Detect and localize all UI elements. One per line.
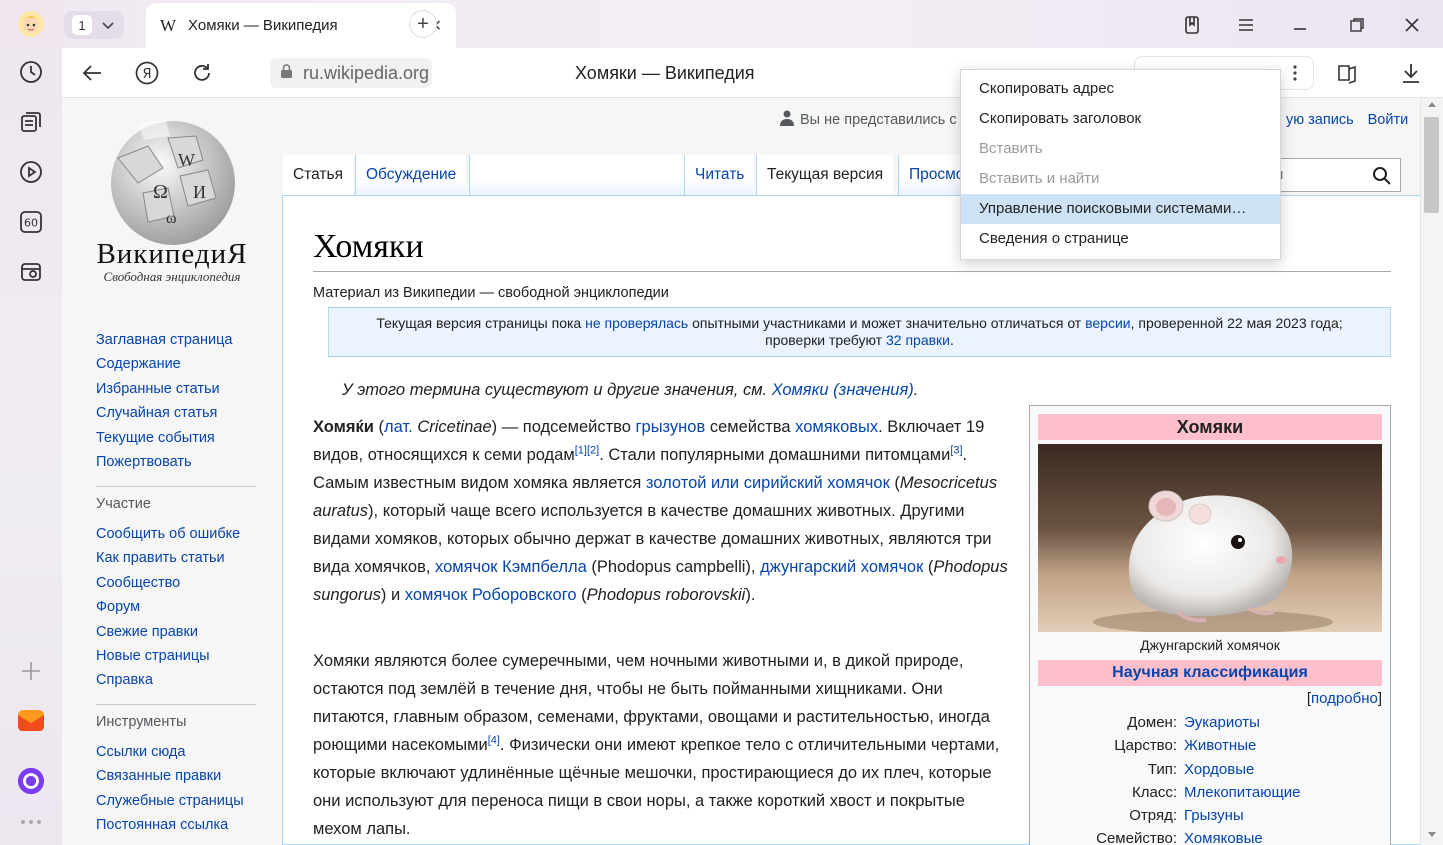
- tab-talk[interactable]: Обсуждение: [355, 155, 467, 195]
- nav-link[interactable]: Форум: [96, 595, 296, 619]
- svg-text:ω: ω: [166, 210, 177, 227]
- nav-link[interactable]: Пожертвовать: [96, 450, 296, 474]
- nav-link[interactable]: Сообщество: [96, 571, 296, 595]
- counter-icon[interactable]: 60: [17, 208, 45, 236]
- collections-icon[interactable]: [17, 108, 45, 136]
- download-icon[interactable]: [1398, 60, 1424, 86]
- add-icon[interactable]: [17, 657, 45, 685]
- menu-item-paste[interactable]: Вставить: [961, 134, 1280, 164]
- tab-article[interactable]: Статья: [283, 155, 353, 195]
- svg-text:И: И: [193, 182, 206, 202]
- scroll-up-arrow-icon[interactable]: [1428, 102, 1436, 107]
- svg-text:60: 60: [24, 217, 38, 230]
- wikipedia-favicon-icon: W: [160, 15, 177, 35]
- tabs-spacer: [469, 155, 684, 195]
- wiki-search-input[interactable]: м: [1267, 158, 1401, 192]
- nav-link[interactable]: Справка: [96, 668, 296, 692]
- nav-link[interactable]: Связанные правки: [96, 764, 296, 788]
- nav-link[interactable]: Случайная статья: [96, 401, 296, 425]
- nav-link[interactable]: Сообщить об ошибке: [96, 522, 296, 546]
- tab-title: Хомяки — Википедия: [188, 17, 338, 34]
- nav-heading: Инструменты: [96, 714, 187, 730]
- bookmarks-icon[interactable]: [1179, 12, 1205, 38]
- reader-icon[interactable]: [1334, 60, 1360, 86]
- logo-name: ВикипедиЯ: [96, 238, 248, 270]
- menu-item-paste-and-search[interactable]: Вставить и найти: [961, 164, 1280, 194]
- yandex-icon[interactable]: Я: [134, 60, 160, 86]
- minimize-icon[interactable]: [1287, 12, 1313, 38]
- nav-link[interactable]: Заглавная страница: [96, 328, 296, 352]
- tab-bar: 1 W Хомяки — Википедия ✕ +: [62, 0, 1443, 48]
- login-link[interactable]: Войти: [1368, 112, 1409, 128]
- kebab-menu-icon[interactable]: [1282, 60, 1308, 86]
- nav-link[interactable]: Как править статьи: [96, 546, 296, 570]
- logo-tagline: Свободная энциклопедия: [103, 269, 241, 284]
- address-text: ru.wikipedia.org: [303, 62, 430, 83]
- create-account-link[interactable]: ую запись: [1286, 112, 1354, 128]
- account-links: ую запись Войти: [1272, 112, 1408, 128]
- reload-icon[interactable]: [189, 60, 215, 86]
- more-icon[interactable]: [17, 808, 45, 836]
- wikipedia-globe-logo[interactable]: Ω W И ω: [108, 118, 238, 248]
- menu-item-copy-title[interactable]: Скопировать заголовок: [961, 104, 1280, 134]
- nav-main: Заглавная страница Содержание Избранные …: [96, 328, 296, 474]
- lock-icon: [280, 63, 293, 84]
- nav-divider: [96, 704, 256, 705]
- svg-text:W: W: [178, 150, 195, 170]
- page-title: Хомяки — Википедия: [575, 63, 755, 83]
- avatar-icon[interactable]: [17, 10, 45, 38]
- nav-link[interactable]: Новые страницы: [96, 644, 296, 668]
- menu-item-copy-address[interactable]: Скопировать адрес: [961, 74, 1280, 104]
- logo-wordmark: ВикипедиЯ Свободная энциклопедия: [90, 238, 254, 285]
- close-window-icon[interactable]: [1399, 12, 1425, 38]
- menu-item-manage-search-engines[interactable]: Управление поисковыми системами…: [961, 194, 1280, 224]
- not-logged-in-text: Вы не представились с: [800, 112, 957, 128]
- scrollbar-thumb[interactable]: [1424, 117, 1439, 213]
- play-icon[interactable]: [17, 158, 45, 186]
- chevron-down-icon: [102, 17, 114, 33]
- menu-icon[interactable]: [1233, 12, 1259, 38]
- new-tab-button[interactable]: +: [409, 10, 437, 38]
- tab-count: 1: [72, 15, 92, 35]
- nav-participate: Участие Сообщить об ошибке Как править с…: [96, 492, 296, 693]
- content-area: [282, 195, 1420, 845]
- alice-icon[interactable]: [17, 767, 45, 795]
- back-arrow-icon[interactable]: [79, 60, 105, 86]
- personal-tools: Вы не представились с: [780, 110, 957, 130]
- svg-text:Ω: Ω: [153, 181, 168, 203]
- nav-link[interactable]: Содержание: [96, 352, 296, 376]
- tab-current-version[interactable]: Текущая версия: [756, 155, 894, 195]
- user-icon: [780, 110, 794, 130]
- menu-item-page-info[interactable]: Сведения о странице: [961, 224, 1280, 254]
- nav-divider: [96, 486, 256, 487]
- screenshot-icon[interactable]: [17, 258, 45, 286]
- scroll-down-arrow-icon[interactable]: [1428, 832, 1436, 837]
- context-menu: Скопировать адрес Скопировать заголовок …: [960, 69, 1281, 260]
- search-icon[interactable]: [1372, 166, 1392, 191]
- nav-link[interactable]: Избранные статьи: [96, 377, 296, 401]
- tab-read[interactable]: Читать: [684, 155, 755, 195]
- nav-link[interactable]: Служебные страницы: [96, 789, 296, 813]
- nav-link[interactable]: Текущие события: [96, 426, 296, 450]
- address-bar[interactable]: ru.wikipedia.org: [270, 58, 432, 88]
- nav-link[interactable]: Постоянная ссылка: [96, 813, 296, 837]
- nav-tools: Инструменты Ссылки сюда Связанные правки…: [96, 710, 296, 838]
- restore-icon[interactable]: [1344, 12, 1370, 38]
- nav-heading: Участие: [96, 496, 151, 512]
- browser-sidebar: 60: [0, 0, 62, 845]
- history-icon[interactable]: [17, 58, 45, 86]
- svg-text:Я: Я: [142, 67, 151, 82]
- mail-icon[interactable]: [17, 706, 45, 734]
- nav-link[interactable]: Ссылки сюда: [96, 740, 296, 764]
- tab-counter-button[interactable]: 1: [64, 11, 124, 39]
- nav-link[interactable]: Свежие правки: [96, 620, 296, 644]
